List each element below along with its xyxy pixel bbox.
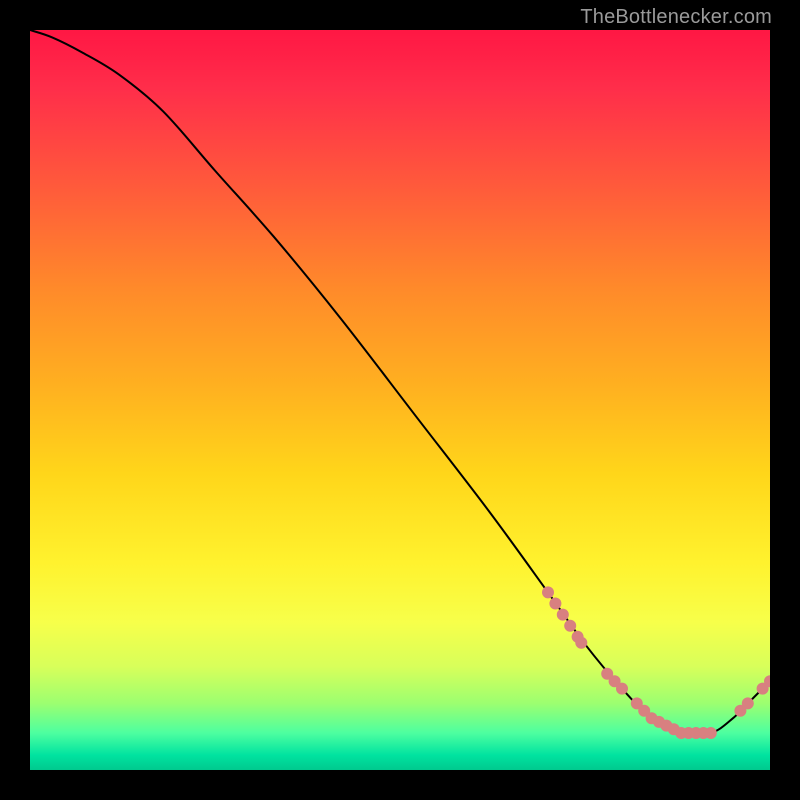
chart-frame: TheBottlenecker.com: [0, 0, 800, 800]
data-point: [742, 697, 754, 709]
data-point: [575, 637, 587, 649]
bottleneck-curve: [30, 30, 770, 735]
data-point: [549, 598, 561, 610]
curve-layer: [30, 30, 770, 770]
data-point: [616, 683, 628, 695]
data-point: [564, 620, 576, 632]
plot-area: [30, 30, 770, 770]
data-point: [542, 586, 554, 598]
data-point: [557, 609, 569, 621]
watermark-text: TheBottlenecker.com: [580, 6, 772, 29]
data-point: [705, 727, 717, 739]
